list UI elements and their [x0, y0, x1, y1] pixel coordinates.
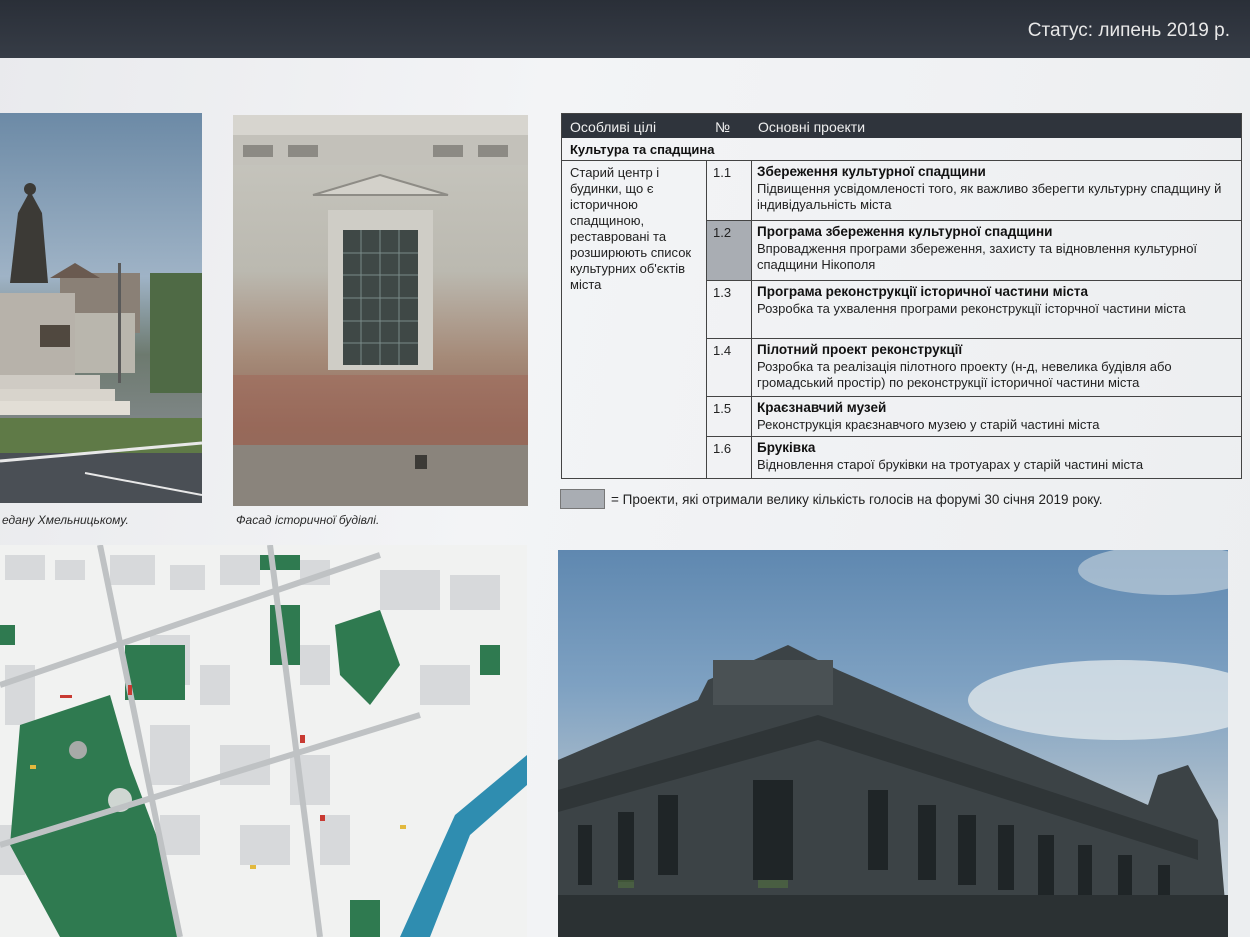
- poster-board: Статус: липень 2019 р. едану Хмельницько…: [0, 0, 1250, 937]
- project-title: Пілотний проект реконструкції: [757, 342, 963, 357]
- project-description: Реконструкція краєзнавчого музею у старі…: [757, 417, 1100, 432]
- facade-caption: Фасад історичної будівлі.: [236, 513, 380, 527]
- ruined-building-photo: [558, 550, 1228, 937]
- project-description: Відновлення старої бруківки на тротуарах…: [757, 457, 1144, 472]
- monument-photo: [0, 113, 202, 503]
- table-row: 1.6 Бруківка Відновлення старої бруківки…: [707, 437, 1241, 478]
- project-number-cell: 1.6: [707, 437, 752, 478]
- col-goals: Особливі цілі: [570, 119, 657, 135]
- col-number: №: [715, 119, 731, 135]
- project-description: Впровадження програми збереження, захист…: [757, 241, 1198, 272]
- table-row: 1.1 Збереження культурної спадщини Підви…: [707, 161, 1241, 221]
- project-title: Програма збереження культурної спадщини: [757, 224, 1053, 239]
- status-label: Статус: липень 2019 р.: [1027, 20, 1230, 41]
- goal-cell: Старий центр і будинки, що є історичною …: [562, 161, 707, 478]
- goal-text: Старий центр і будинки, що є історичною …: [570, 165, 692, 292]
- city-map: [0, 545, 527, 937]
- project-number-cell-highlighted: 1.2: [707, 221, 752, 280]
- monument-caption: едану Хмельницькому.: [2, 513, 129, 527]
- legend-text: = Проекти, які отримали велику кількість…: [611, 492, 1103, 507]
- table-row: 1.5 Краєзнавчий музей Реконструкція крає…: [707, 397, 1241, 437]
- legend-swatch: [560, 489, 605, 509]
- table-row: 1.3 Програма реконструкції історичної ча…: [707, 281, 1241, 339]
- project-title: Бруківка: [757, 440, 816, 455]
- project-number-cell: 1.4: [707, 339, 752, 396]
- project-number-cell: 1.5: [707, 397, 752, 436]
- project-description: Розробка та ухвалення програми реконстру…: [757, 301, 1186, 316]
- projects-table: Особливі цілі № Основні проекти Культура…: [561, 113, 1242, 479]
- section-row: Культура та спадщина: [562, 138, 1241, 161]
- col-projects: Основні проекти: [758, 119, 866, 135]
- project-number-cell: 1.1: [707, 161, 752, 220]
- header-bar: Статус: липень 2019 р.: [0, 0, 1250, 58]
- section-title: Культура та спадщина: [570, 142, 715, 157]
- table-row: 1.4 Пілотний проект реконструкції Розроб…: [707, 339, 1241, 397]
- table-header: Особливі цілі № Основні проекти: [562, 114, 1241, 138]
- project-description: Розробка та реалізація пілотного проекту…: [757, 359, 1172, 390]
- table-row: 1.2 Програма збереження культурної спадщ…: [707, 221, 1241, 281]
- project-title: Краєзнавчий музей: [757, 400, 887, 415]
- project-description: Підвищення усвідомленості того, як важли…: [757, 181, 1222, 212]
- project-number-cell: 1.3: [707, 281, 752, 338]
- facade-photo: [233, 115, 528, 506]
- project-title: Програма реконструкції історичної частин…: [757, 284, 1089, 299]
- project-title: Збереження культурної спадщини: [757, 164, 986, 179]
